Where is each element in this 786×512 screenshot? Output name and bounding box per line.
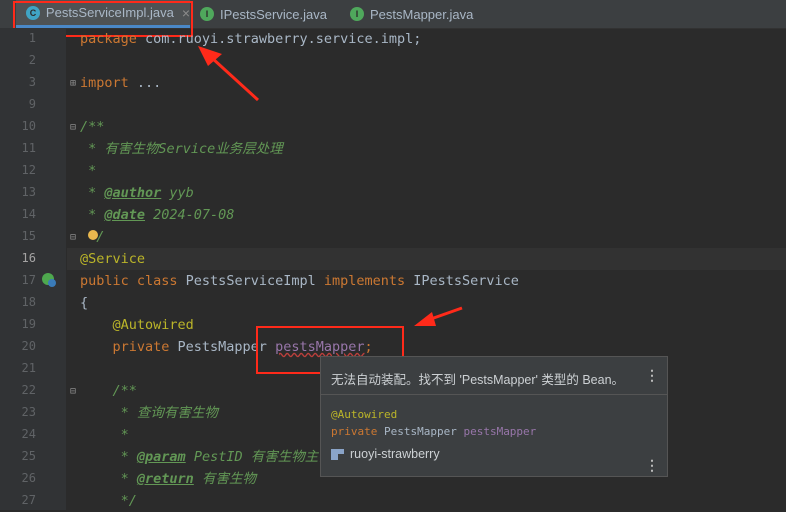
interface-icon: I (350, 7, 364, 21)
line-number: 13 (21, 185, 36, 199)
arrow-to-field (427, 306, 463, 322)
line-number: 16 (21, 251, 36, 265)
line-number: 26 (21, 471, 36, 485)
code-preview-annotation: @Autowired (331, 408, 398, 421)
code-line[interactable]: * 查询有害生物 (80, 402, 218, 424)
tab-label: PestsMapper.java (370, 6, 474, 22)
code-line[interactable]: * @return 有害生物 (80, 468, 256, 490)
code-line[interactable]: */ (80, 490, 137, 512)
line-number: 19 (21, 317, 36, 331)
line-number: 14 (21, 207, 36, 221)
line-number: 27 (21, 493, 36, 507)
code-line[interactable]: public class PestsServiceImpl implements… (80, 270, 519, 292)
line-number: 1 (28, 31, 36, 45)
module-folder-icon (331, 448, 344, 460)
error-message: 无法自动装配。找不到 'PestsMapper' 类型的 Bean。 (331, 373, 625, 387)
code-line[interactable]: /** (80, 116, 104, 138)
tab-label: IPestsService.java (220, 6, 327, 22)
code-line[interactable]: * (80, 424, 129, 446)
fold-icon[interactable]: ⊟ (70, 386, 76, 397)
code-line[interactable]: * @date 2024-07-08 (80, 204, 234, 226)
line-number: 23 (21, 405, 36, 419)
line-number: 24 (21, 427, 36, 441)
line-number: 21 (21, 361, 36, 375)
line-number: 3 (28, 75, 36, 89)
code-line[interactable]: * (80, 160, 96, 182)
code-line[interactable]: /** (80, 380, 137, 402)
code-line[interactable]: @Autowired (80, 314, 194, 336)
more-options-icon[interactable]: ⋮ (645, 367, 659, 384)
code-line[interactable]: @Service (80, 248, 145, 270)
line-number: 20 (21, 339, 36, 353)
line-number: 12 (21, 163, 36, 177)
line-number: 22 (21, 383, 36, 397)
line-number: 17 (21, 273, 36, 287)
line-number: 2 (28, 53, 36, 67)
fold-icon[interactable]: ⊟ (70, 122, 76, 133)
fold-icon[interactable]: ⊞ (70, 78, 76, 89)
code-line[interactable]: * 有害生物Service业务层处理 (80, 138, 283, 160)
spring-bean-icon[interactable] (42, 273, 56, 287)
tab-ipests-service[interactable]: I IPestsService.java (200, 0, 327, 28)
interface-icon: I (200, 7, 214, 21)
line-number: 15 (21, 229, 36, 243)
tab-pests-mapper[interactable]: I PestsMapper.java (350, 0, 473, 28)
arrow-head (414, 312, 436, 326)
code-line[interactable]: / (80, 226, 104, 248)
code-line[interactable]: * @param PestID 有害生物主键 (80, 446, 332, 468)
line-number: 10 (21, 119, 36, 133)
line-number: 9 (28, 97, 36, 111)
current-line-highlight (67, 248, 786, 270)
divider (321, 394, 667, 395)
module-label[interactable]: ruoyi-strawberry (331, 447, 440, 461)
code-line[interactable]: package com.ruoyi.strawberry.service.imp… (80, 28, 421, 50)
code-line[interactable]: { (80, 292, 88, 314)
line-number: 18 (21, 295, 36, 309)
inspection-tooltip: 无法自动装配。找不到 'PestsMapper' 类型的 Bean。 ⋮ @Au… (320, 356, 668, 477)
fold-icon[interactable]: ⊟ (70, 232, 76, 243)
line-number: 11 (21, 141, 36, 155)
code-line[interactable]: * @author yyb (80, 182, 194, 204)
line-number: 25 (21, 449, 36, 463)
code-line[interactable]: import ... (80, 72, 161, 94)
arrow-to-tab (210, 56, 260, 102)
code-preview-declaration: private PestsMapper pestsMapper (331, 425, 537, 438)
more-options-icon[interactable]: ⋮ (645, 457, 659, 474)
